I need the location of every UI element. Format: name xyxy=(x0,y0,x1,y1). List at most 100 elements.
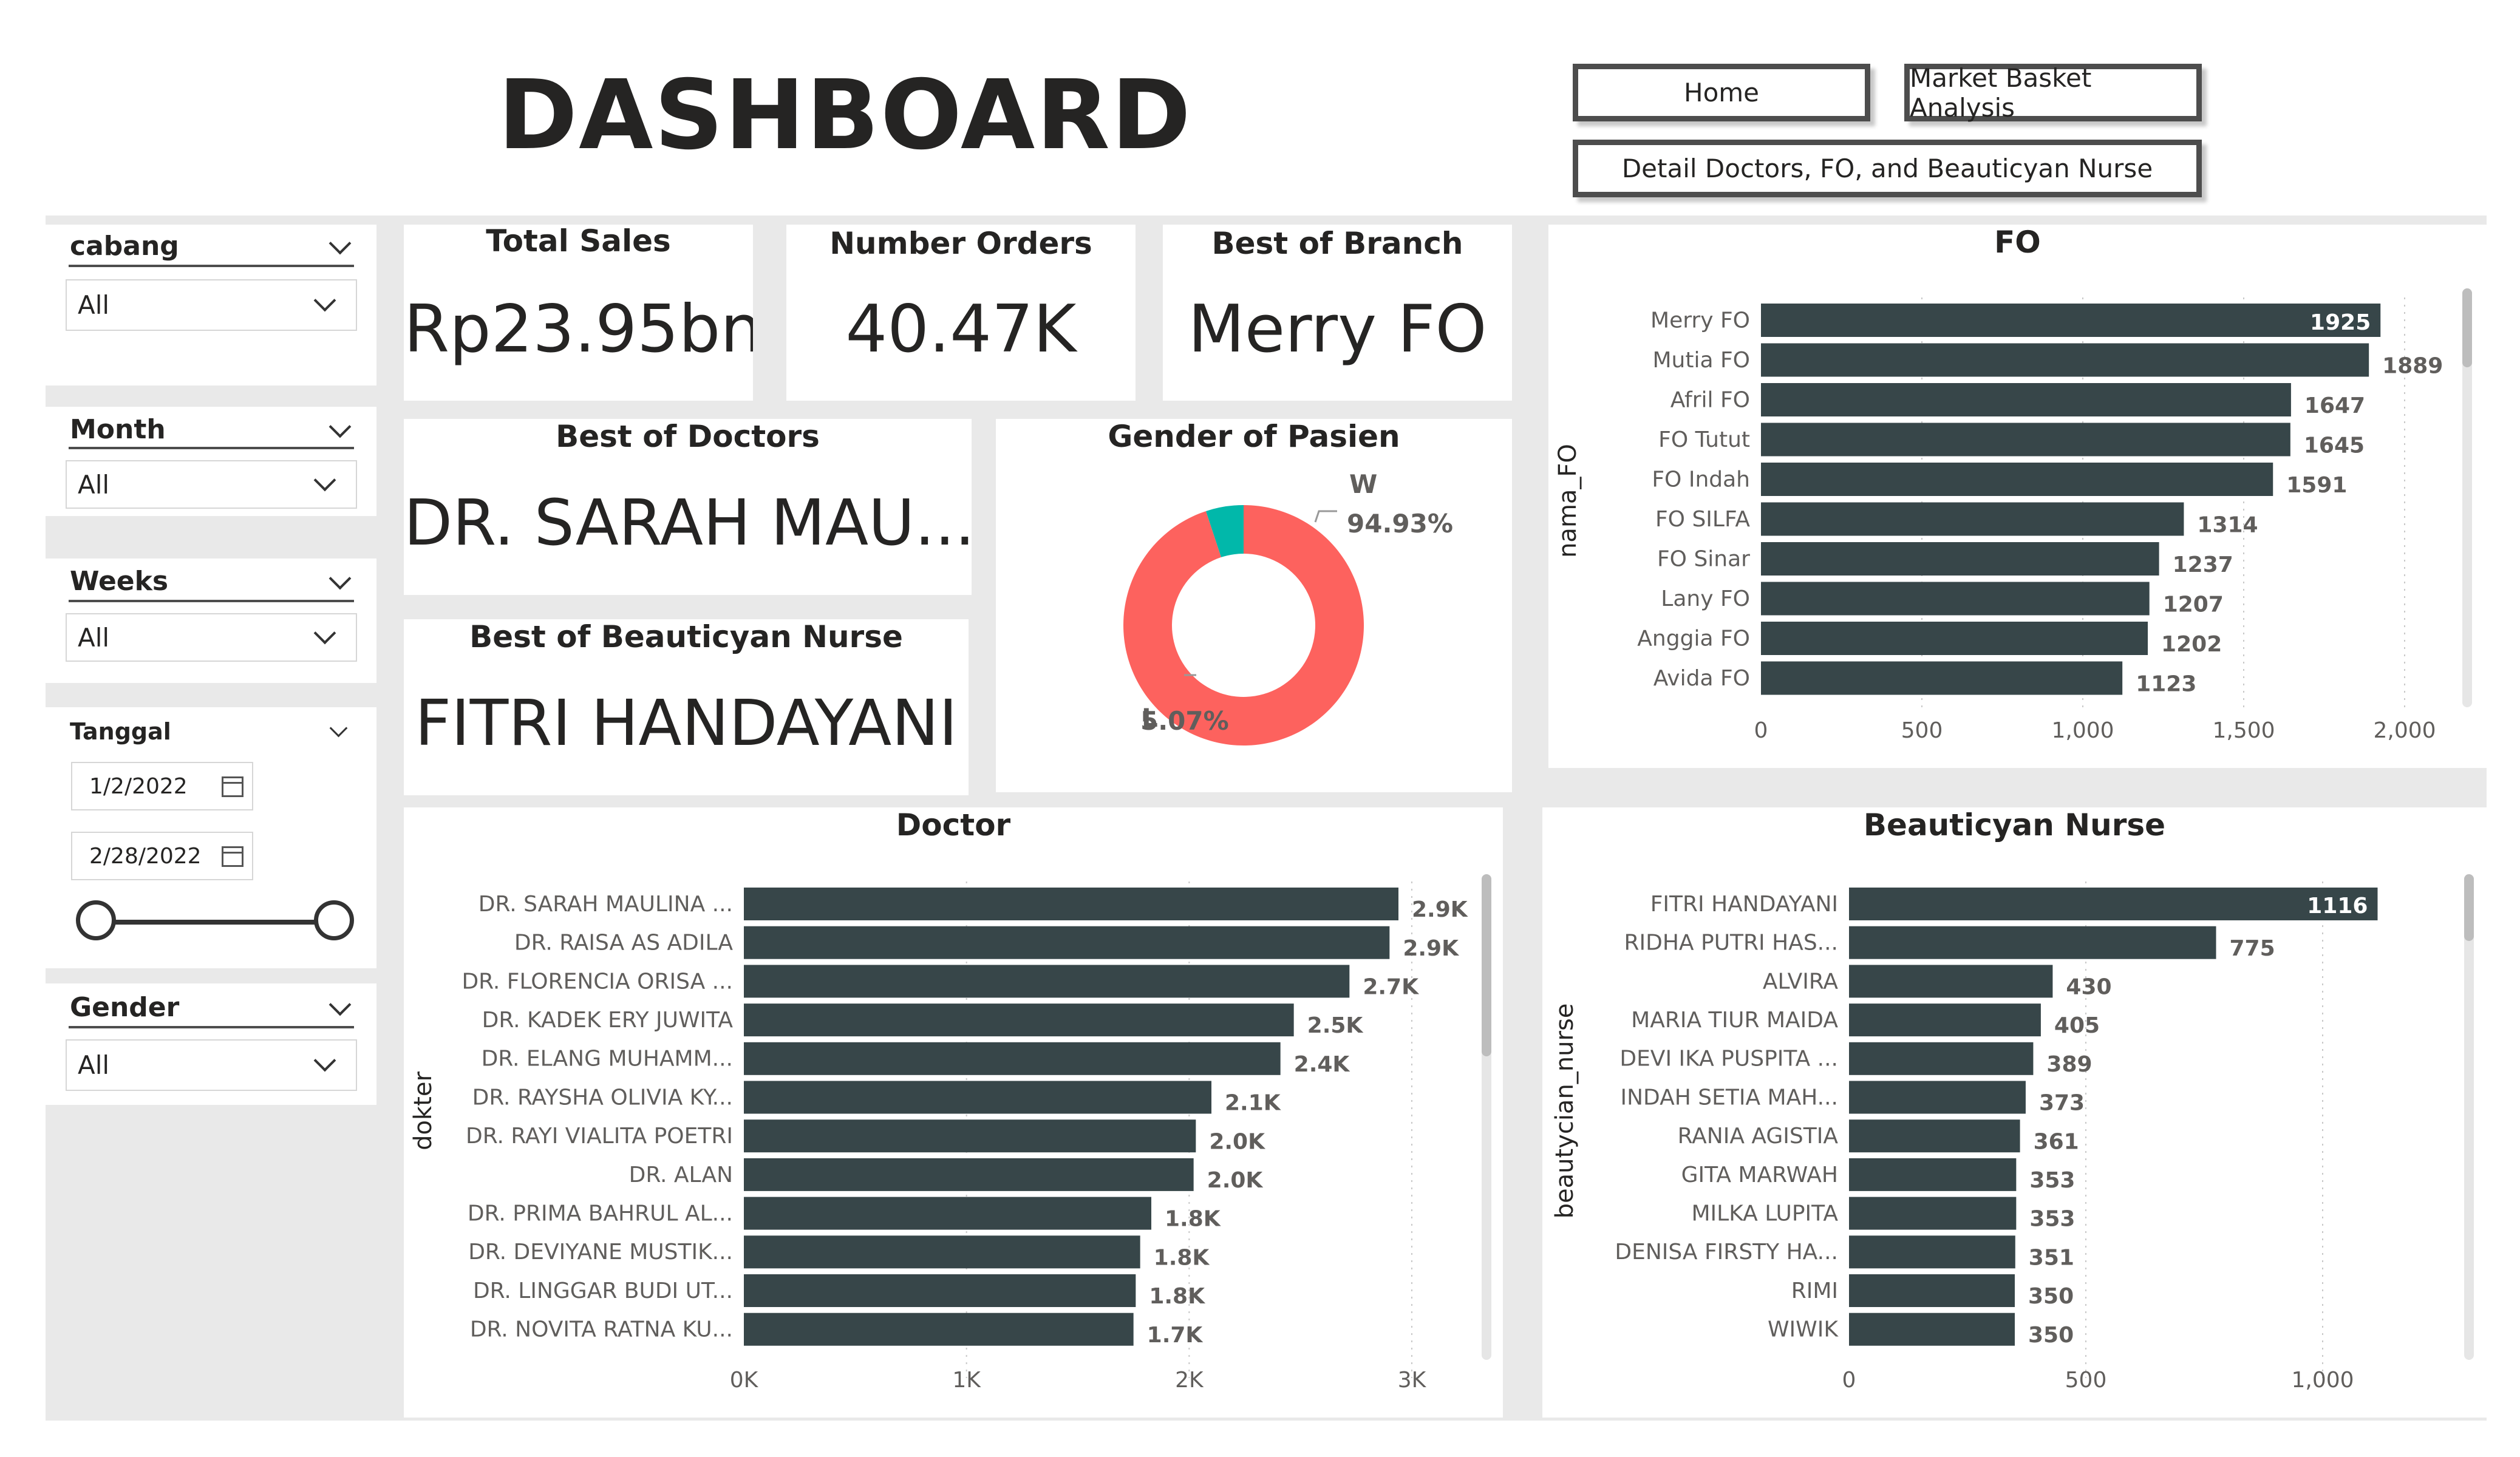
x-tick-label: 1,000 xyxy=(2051,718,2114,743)
bar[interactable] xyxy=(1761,423,2290,457)
bar[interactable] xyxy=(744,1004,1294,1037)
scrollbar[interactable] xyxy=(2464,874,2474,1360)
bar[interactable] xyxy=(1849,1042,2034,1075)
chevron-down-icon[interactable] xyxy=(329,993,352,1016)
category-label: MILKA LUPITA xyxy=(1691,1201,1838,1226)
data-label: 1889 xyxy=(2382,353,2443,378)
data-label: 2.7K xyxy=(1363,975,1419,1000)
category-label: DR. RAYSHA OLIVIA KY... xyxy=(472,1085,733,1110)
chevron-down-icon xyxy=(313,469,336,492)
bar[interactable] xyxy=(1849,926,2216,959)
range-end-handle[interactable] xyxy=(314,900,354,940)
bar[interactable] xyxy=(744,965,1350,998)
bar[interactable] xyxy=(744,1235,1140,1269)
category-label: Avida FO xyxy=(1653,666,1750,691)
chevron-down-icon[interactable] xyxy=(329,232,352,255)
category-label: FO Sinar xyxy=(1657,547,1750,572)
end-date-input[interactable]: 2/28/2022 xyxy=(71,832,253,880)
l-label: L xyxy=(1142,703,1158,733)
scrollbar-thumb[interactable] xyxy=(1482,874,1491,1056)
weeks-label: Weeks xyxy=(70,566,169,597)
x-tick-label: 3K xyxy=(1398,1368,1427,1393)
bar[interactable] xyxy=(1849,1081,2026,1114)
data-label: 1314 xyxy=(2197,512,2258,537)
gender-label: Gender xyxy=(70,992,180,1023)
category-label: DR. FLORENCIA ORISA ... xyxy=(461,969,733,994)
divider xyxy=(69,265,354,267)
bar[interactable] xyxy=(744,1197,1151,1230)
scrollbar-thumb[interactable] xyxy=(2464,874,2474,941)
cabang-dropdown[interactable]: All xyxy=(66,279,357,331)
month-value: All xyxy=(78,469,110,500)
bar[interactable] xyxy=(1761,542,2159,576)
bar[interactable] xyxy=(744,926,1390,959)
range-start-handle[interactable] xyxy=(76,900,116,940)
bar[interactable] xyxy=(1761,622,2148,655)
category-label: DR. ELANG MUHAMM... xyxy=(482,1047,733,1072)
bar[interactable] xyxy=(744,1119,1196,1153)
bar[interactable] xyxy=(744,1313,1134,1346)
category-label: DEVI IKA PUSPITA ... xyxy=(1619,1047,1838,1072)
bar[interactable] xyxy=(1849,1158,2017,1191)
calendar-icon[interactable] xyxy=(222,776,243,797)
category-label: RANIA AGISTIA xyxy=(1678,1124,1839,1149)
category-label: ALVIRA xyxy=(1763,969,1839,994)
data-label: 2.0K xyxy=(1209,1129,1265,1154)
bar[interactable] xyxy=(1849,1274,2015,1307)
card-value: 40.47K xyxy=(845,291,1077,367)
detail-button[interactable]: Detail Doctors, FO, and Beauticyan Nurse xyxy=(1573,140,2202,197)
bar[interactable] xyxy=(1761,383,2291,416)
category-label: INDAH SETIA MAH... xyxy=(1620,1085,1838,1110)
data-label: 2.4K xyxy=(1294,1052,1350,1077)
home-button[interactable]: Home xyxy=(1573,64,1870,121)
category-label: DR. KADEK ERY JUWITA xyxy=(482,1008,734,1033)
card-title: Best of Doctors xyxy=(556,419,820,454)
bar[interactable] xyxy=(1849,1119,2020,1153)
category-label: FO Tutut xyxy=(1658,427,1750,452)
data-label: 351 xyxy=(2029,1245,2074,1270)
bar[interactable] xyxy=(1849,888,2378,920)
month-dropdown[interactable]: All xyxy=(66,460,357,509)
bar[interactable] xyxy=(744,1081,1211,1114)
date-range-track[interactable] xyxy=(100,920,331,925)
chevron-down-icon[interactable] xyxy=(329,415,352,438)
bar[interactable] xyxy=(1849,1313,2015,1346)
y-axis-label: dokter xyxy=(409,1072,437,1150)
data-label: 373 xyxy=(2039,1091,2085,1116)
gender-dropdown[interactable]: All xyxy=(66,1039,357,1091)
data-label: 2.9K xyxy=(1412,897,1468,922)
category-label: GITA MARWAH xyxy=(1681,1163,1838,1187)
bar[interactable] xyxy=(1761,304,2381,337)
bar[interactable] xyxy=(1761,343,2369,377)
calendar-icon[interactable] xyxy=(222,846,243,867)
scrollbar-thumb[interactable] xyxy=(2462,288,2472,367)
data-label: 1202 xyxy=(2161,632,2222,657)
bar[interactable] xyxy=(744,1042,1281,1075)
chevron-down-icon[interactable] xyxy=(329,719,348,738)
weeks-dropdown[interactable]: All xyxy=(66,613,357,662)
bar[interactable] xyxy=(1849,965,2053,998)
scrollbar[interactable] xyxy=(2462,288,2472,707)
bar[interactable] xyxy=(1849,1235,2015,1269)
data-label: 1925 xyxy=(2310,310,2371,335)
bar[interactable] xyxy=(744,1158,1194,1191)
bar[interactable] xyxy=(744,888,1398,920)
start-date-input[interactable]: 1/2/2022 xyxy=(71,762,253,810)
bar[interactable] xyxy=(1849,1197,2017,1230)
best-branch-card: Best of Branch Merry FO xyxy=(1163,225,1512,401)
x-tick-label: 1,000 xyxy=(2291,1368,2354,1393)
data-label: 1237 xyxy=(2173,552,2233,577)
bar[interactable] xyxy=(1761,582,2150,616)
market-basket-button[interactable]: Market Basket Analysis xyxy=(1904,63,2202,123)
bar[interactable] xyxy=(1761,463,2273,496)
bar[interactable] xyxy=(1761,661,2123,695)
scrollbar[interactable] xyxy=(1482,874,1491,1360)
bar[interactable] xyxy=(1849,1004,2041,1037)
category-label: Anggia FO xyxy=(1637,627,1750,651)
chevron-down-icon[interactable] xyxy=(329,567,352,590)
w-value-label: 94.93% xyxy=(1347,509,1453,538)
bar[interactable] xyxy=(744,1274,1136,1307)
card-value: DR. SARAH MAU... xyxy=(404,486,972,560)
bar[interactable] xyxy=(1761,502,2184,536)
x-tick-label: 2,000 xyxy=(2373,718,2436,743)
